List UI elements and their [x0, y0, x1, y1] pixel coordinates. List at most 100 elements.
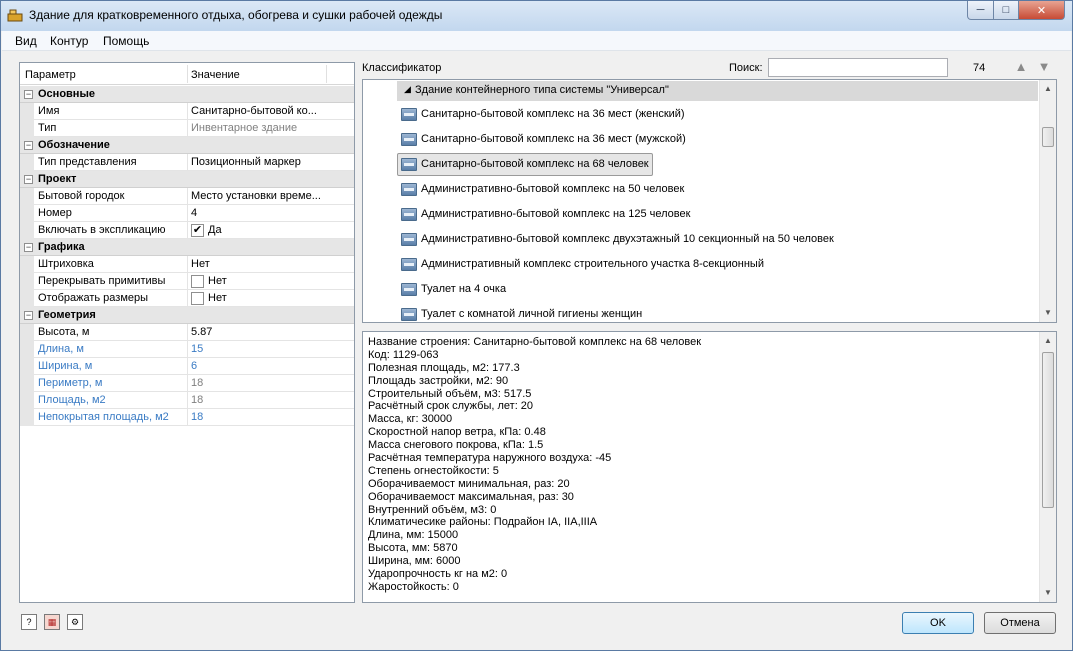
property-grid: Параметр Значение − Основные Имя Санитар…	[19, 62, 355, 603]
app-icon	[7, 9, 23, 22]
list-item-selected[interactable]: Санитарно-бытовой комплекс на 68 человек	[397, 153, 997, 176]
category-designation[interactable]: − Обозначение	[20, 137, 354, 154]
category-basic[interactable]: − Основные	[20, 86, 354, 103]
detail-line: Расчётный срок службы, лет: 20	[368, 400, 534, 413]
category-graphics[interactable]: − Графика	[20, 239, 354, 256]
category-geometry[interactable]: − Геометрия	[20, 307, 354, 324]
scroll-up-icon[interactable]: ▲	[1040, 333, 1056, 349]
dimensions-checkbox[interactable]	[191, 292, 204, 305]
close-button[interactable]: ✕	[1018, 1, 1065, 20]
property-name: Отображать размеры	[38, 292, 149, 304]
property-row-uncovered-area[interactable]: Непокрытая площадь, м2 18	[20, 409, 354, 426]
detail-line: Масса снегового покрова, кПа: 1.5	[368, 439, 544, 452]
dialog-window: Здание для кратковременного отдыха, обог…	[0, 0, 1073, 651]
property-value[interactable]: Санитарно-бытовой ко...	[191, 105, 325, 117]
close-icon: ✕	[1036, 4, 1047, 17]
maximize-button[interactable]: □	[993, 1, 1019, 20]
property-name: Площадь, м2	[38, 394, 106, 406]
property-name: Непокрытая площадь, м2	[38, 411, 169, 423]
collapse-icon[interactable]: −	[24, 175, 33, 184]
list-item[interactable]: Туалет с комнатой личной гигиены женщин	[397, 303, 997, 322]
list-item[interactable]: Административно-бытовой комплекс двухэта…	[397, 228, 997, 251]
collapse-icon[interactable]: −	[24, 243, 33, 252]
property-row-name[interactable]: Имя Санитарно-бытовой ко...	[20, 103, 354, 120]
row-divider	[187, 154, 188, 171]
property-row-representation[interactable]: Тип представления Позиционный маркер	[20, 154, 354, 171]
property-value[interactable]: 15	[191, 343, 325, 355]
category-project[interactable]: − Проект	[20, 171, 354, 188]
row-gutter	[20, 205, 34, 222]
list-item[interactable]: Административно-бытовой комплекс на 125 …	[397, 203, 997, 226]
property-value[interactable]: 4	[191, 207, 325, 219]
menu-bar: Вид Контур Помощь	[2, 31, 1071, 51]
scroll-thumb[interactable]	[1042, 352, 1054, 508]
property-row-camp[interactable]: Бытовой городок Место установки време...	[20, 188, 354, 205]
list-item[interactable]: Административно-бытовой комплекс на 50 ч…	[397, 178, 997, 201]
ok-button[interactable]: OK	[902, 612, 974, 634]
scroll-down-icon[interactable]: ▼	[1040, 305, 1056, 321]
list-item[interactable]: Санитарно-бытовой комплекс на 36 мест (м…	[397, 128, 997, 151]
title-bar[interactable]: Здание для кратковременного отдыха, обог…	[1, 1, 1072, 31]
property-row-hatching[interactable]: Штриховка Нет	[20, 256, 354, 273]
property-row-area[interactable]: Площадь, м2 18	[20, 392, 354, 409]
property-value[interactable]: Место установки време...	[191, 190, 325, 202]
explication-checkbox[interactable]: ✔	[191, 224, 204, 237]
property-row-overlap[interactable]: Перекрывать примитивы Нет	[20, 273, 354, 290]
property-name: Имя	[38, 105, 60, 117]
scroll-down-icon[interactable]: ▼	[1040, 585, 1056, 601]
property-row-explication[interactable]: Включать в экспликацию ✔ Да	[20, 222, 354, 239]
collapse-icon[interactable]: −	[24, 311, 33, 320]
property-value[interactable]: 6	[191, 360, 325, 372]
row-gutter	[20, 273, 34, 290]
scroll-up-icon[interactable]: ▲	[1040, 81, 1056, 97]
property-row-type[interactable]: Тип Инвентарное здание	[20, 120, 354, 137]
help-icon[interactable]: ?	[21, 614, 37, 630]
menu-help[interactable]: Помощь	[103, 34, 149, 48]
row-divider	[187, 188, 188, 205]
scroll-thumb[interactable]	[1042, 127, 1054, 147]
property-grid-body: − Основные Имя Санитарно-бытовой ко... Т…	[20, 86, 354, 426]
property-row-number[interactable]: Номер 4	[20, 205, 354, 222]
minimize-button[interactable]: ─	[967, 1, 994, 20]
list-item[interactable]: Туалет на 4 очка	[397, 278, 997, 301]
export-icon[interactable]: ▦	[44, 614, 60, 630]
property-name: Бытовой городок	[38, 190, 125, 202]
menu-view[interactable]: Вид	[15, 34, 37, 48]
settings-icon[interactable]: ⚙	[67, 614, 83, 630]
overlap-checkbox[interactable]	[191, 275, 204, 288]
property-name: Перекрывать примитивы	[38, 275, 166, 287]
property-value[interactable]: 5.87	[191, 326, 325, 338]
row-divider	[187, 205, 188, 222]
container-building-icon	[401, 208, 417, 221]
cancel-button[interactable]: Отмена	[984, 612, 1056, 634]
classifier-scrollbar[interactable]: ▲ ▼	[1039, 80, 1056, 322]
search-input[interactable]	[768, 58, 948, 77]
param-column-header[interactable]: Параметр	[25, 69, 76, 81]
list-item[interactable]: Административный комплекс строительного …	[397, 253, 997, 276]
details-panel[interactable]: Название строения: Санитарно-бытовой ком…	[362, 331, 1057, 603]
property-value[interactable]: Нет	[191, 258, 325, 270]
row-divider	[187, 392, 188, 409]
property-value[interactable]: 18	[191, 411, 325, 423]
menu-contour[interactable]: Контур	[50, 34, 88, 48]
group-header[interactable]: ◢ Здание контейнерного типа системы "Уни…	[397, 81, 1038, 101]
details-scrollbar[interactable]: ▲ ▼	[1039, 332, 1056, 602]
property-row-width[interactable]: Ширина, м 6	[20, 358, 354, 375]
value-column-header[interactable]: Значение	[191, 69, 240, 81]
detail-line: Масса, кг: 30000	[368, 413, 453, 426]
expand-triangle-icon[interactable]: ◢	[404, 84, 411, 95]
collapse-icon[interactable]: −	[24, 141, 33, 150]
list-item[interactable]: Санитарно-бытовой комплекс на 36 мест (ж…	[397, 103, 997, 126]
container-building-icon	[401, 283, 417, 296]
property-row-perimeter[interactable]: Периметр, м 18	[20, 375, 354, 392]
arrow-up-icon[interactable]: ▲	[1013, 59, 1029, 75]
property-value[interactable]: Позиционный маркер	[191, 156, 325, 168]
arrow-down-icon[interactable]: ▼	[1036, 59, 1052, 75]
property-row-height[interactable]: Высота, м 5.87	[20, 324, 354, 341]
row-divider	[187, 375, 188, 392]
property-row-show-dimensions[interactable]: Отображать размеры Нет	[20, 290, 354, 307]
container-building-icon	[401, 233, 417, 246]
property-row-length[interactable]: Длина, м 15	[20, 341, 354, 358]
property-name: Периметр, м	[38, 377, 103, 389]
collapse-icon[interactable]: −	[24, 90, 33, 99]
